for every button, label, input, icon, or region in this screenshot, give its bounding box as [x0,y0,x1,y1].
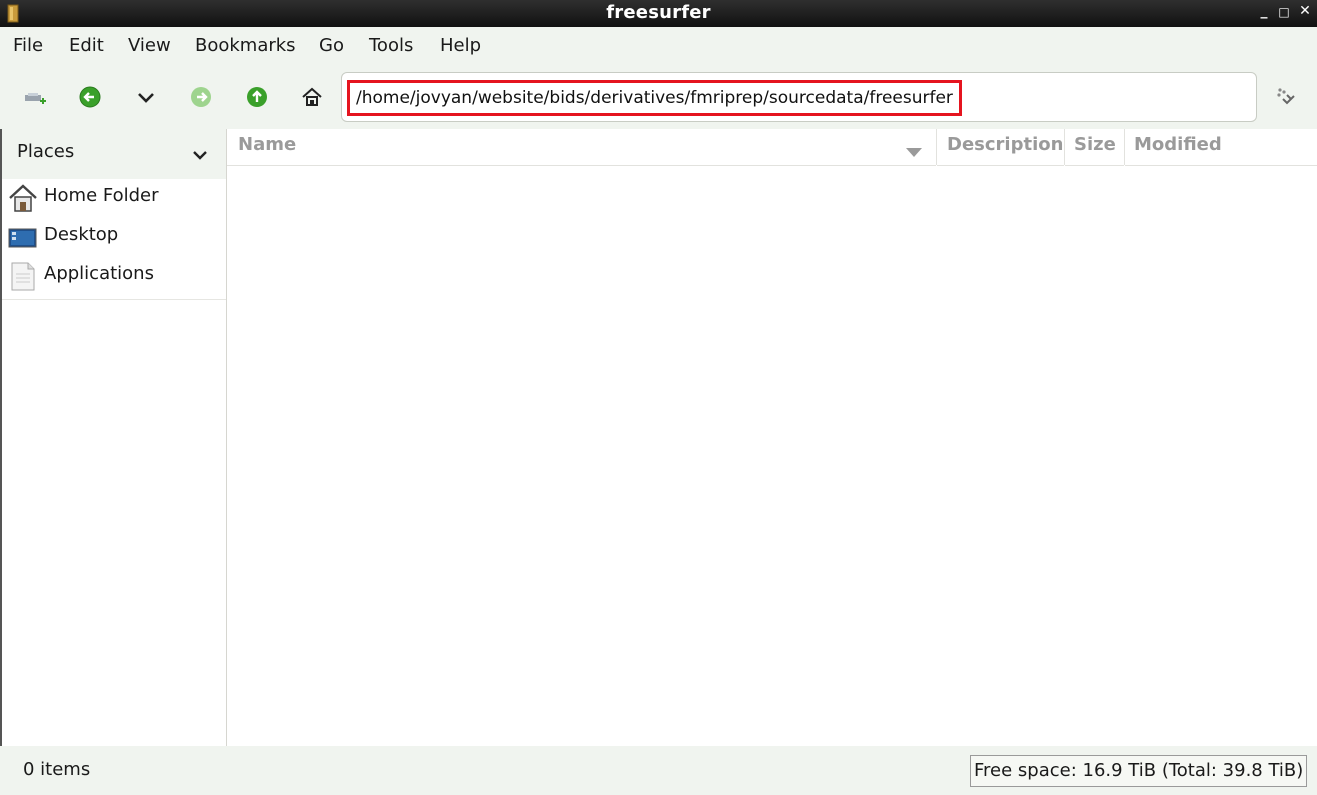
history-dropdown-button[interactable] [131,82,161,112]
up-button[interactable] [242,82,272,112]
new-tab-icon [25,93,46,104]
menubar: File Edit View Bookmarks Go Tools Help [0,27,1317,67]
sidebar-item-label: Desktop [44,224,119,245]
sidebar-item-home-folder[interactable]: Home Folder [0,179,226,217]
chevron-down-icon[interactable] [190,145,210,165]
forward-icon [191,87,211,107]
file-list-view[interactable]: Name Description Size Modified [227,129,1317,746]
go-jump-icon [1277,88,1295,105]
window-titlebar: freesurfer _ □ ✕ [0,0,1317,27]
menu-view[interactable]: View [128,35,171,56]
sort-descending-icon [906,142,922,163]
column-header-size[interactable]: Size [1065,129,1124,166]
back-icon [79,86,101,108]
sidebar-item-applications[interactable]: Applications [0,257,226,295]
statusbar: 0 items Free space: 16.9 TiB (Total: 39.… [0,746,1317,795]
places-sidebar: Places Home Folder Desktop Applications [0,129,227,746]
menu-help[interactable]: Help [440,35,481,56]
places-label: Places [17,141,75,162]
sidebar-item-desktop[interactable]: Desktop [0,218,226,256]
close-button[interactable]: ✕ [1297,3,1313,23]
column-header-label: Name [238,134,297,155]
back-button[interactable] [75,82,105,112]
item-count: 0 items [23,759,91,780]
column-header-label: Modified [1134,134,1222,155]
menu-tools[interactable]: Tools [369,35,413,56]
home-folder-icon [8,183,38,213]
chevron-down-icon [138,93,154,103]
column-header-name[interactable]: Name [227,129,936,166]
desktop-icon [8,222,38,252]
column-header-modified[interactable]: Modified [1125,129,1317,166]
column-header-description[interactable]: Description [937,129,1064,166]
column-header-label: Description [947,134,1064,155]
menu-edit[interactable]: Edit [69,35,104,56]
window-left-edge [0,129,2,746]
column-header-label: Size [1074,134,1116,155]
home-button[interactable] [297,82,327,112]
minimize-button[interactable]: _ [1256,3,1272,23]
menu-bookmarks[interactable]: Bookmarks [195,35,296,56]
sidebar-divider [0,299,226,300]
location-path-input[interactable]: /home/jovyan/website/bids/derivatives/fm… [347,80,962,116]
window-title: freesurfer [606,2,711,23]
places-header[interactable]: Places [0,129,226,179]
go-button[interactable] [1271,82,1301,112]
applications-icon [8,261,38,291]
free-space-indicator: Free space: 16.9 TiB (Total: 39.8 TiB) [970,755,1308,787]
maximize-button[interactable]: □ [1276,5,1292,25]
location-bar[interactable]: /home/jovyan/website/bids/derivatives/fm… [341,72,1257,122]
menu-file[interactable]: File [13,35,43,56]
up-arrow-icon [247,87,267,107]
home-icon [302,87,322,106]
menu-go[interactable]: Go [319,35,344,56]
forward-button[interactable] [186,82,216,112]
new-tab-button[interactable] [20,82,50,112]
sidebar-item-label: Home Folder [44,185,159,206]
sidebar-item-label: Applications [44,263,154,284]
toolbar: /home/jovyan/website/bids/derivatives/fm… [0,67,1317,129]
